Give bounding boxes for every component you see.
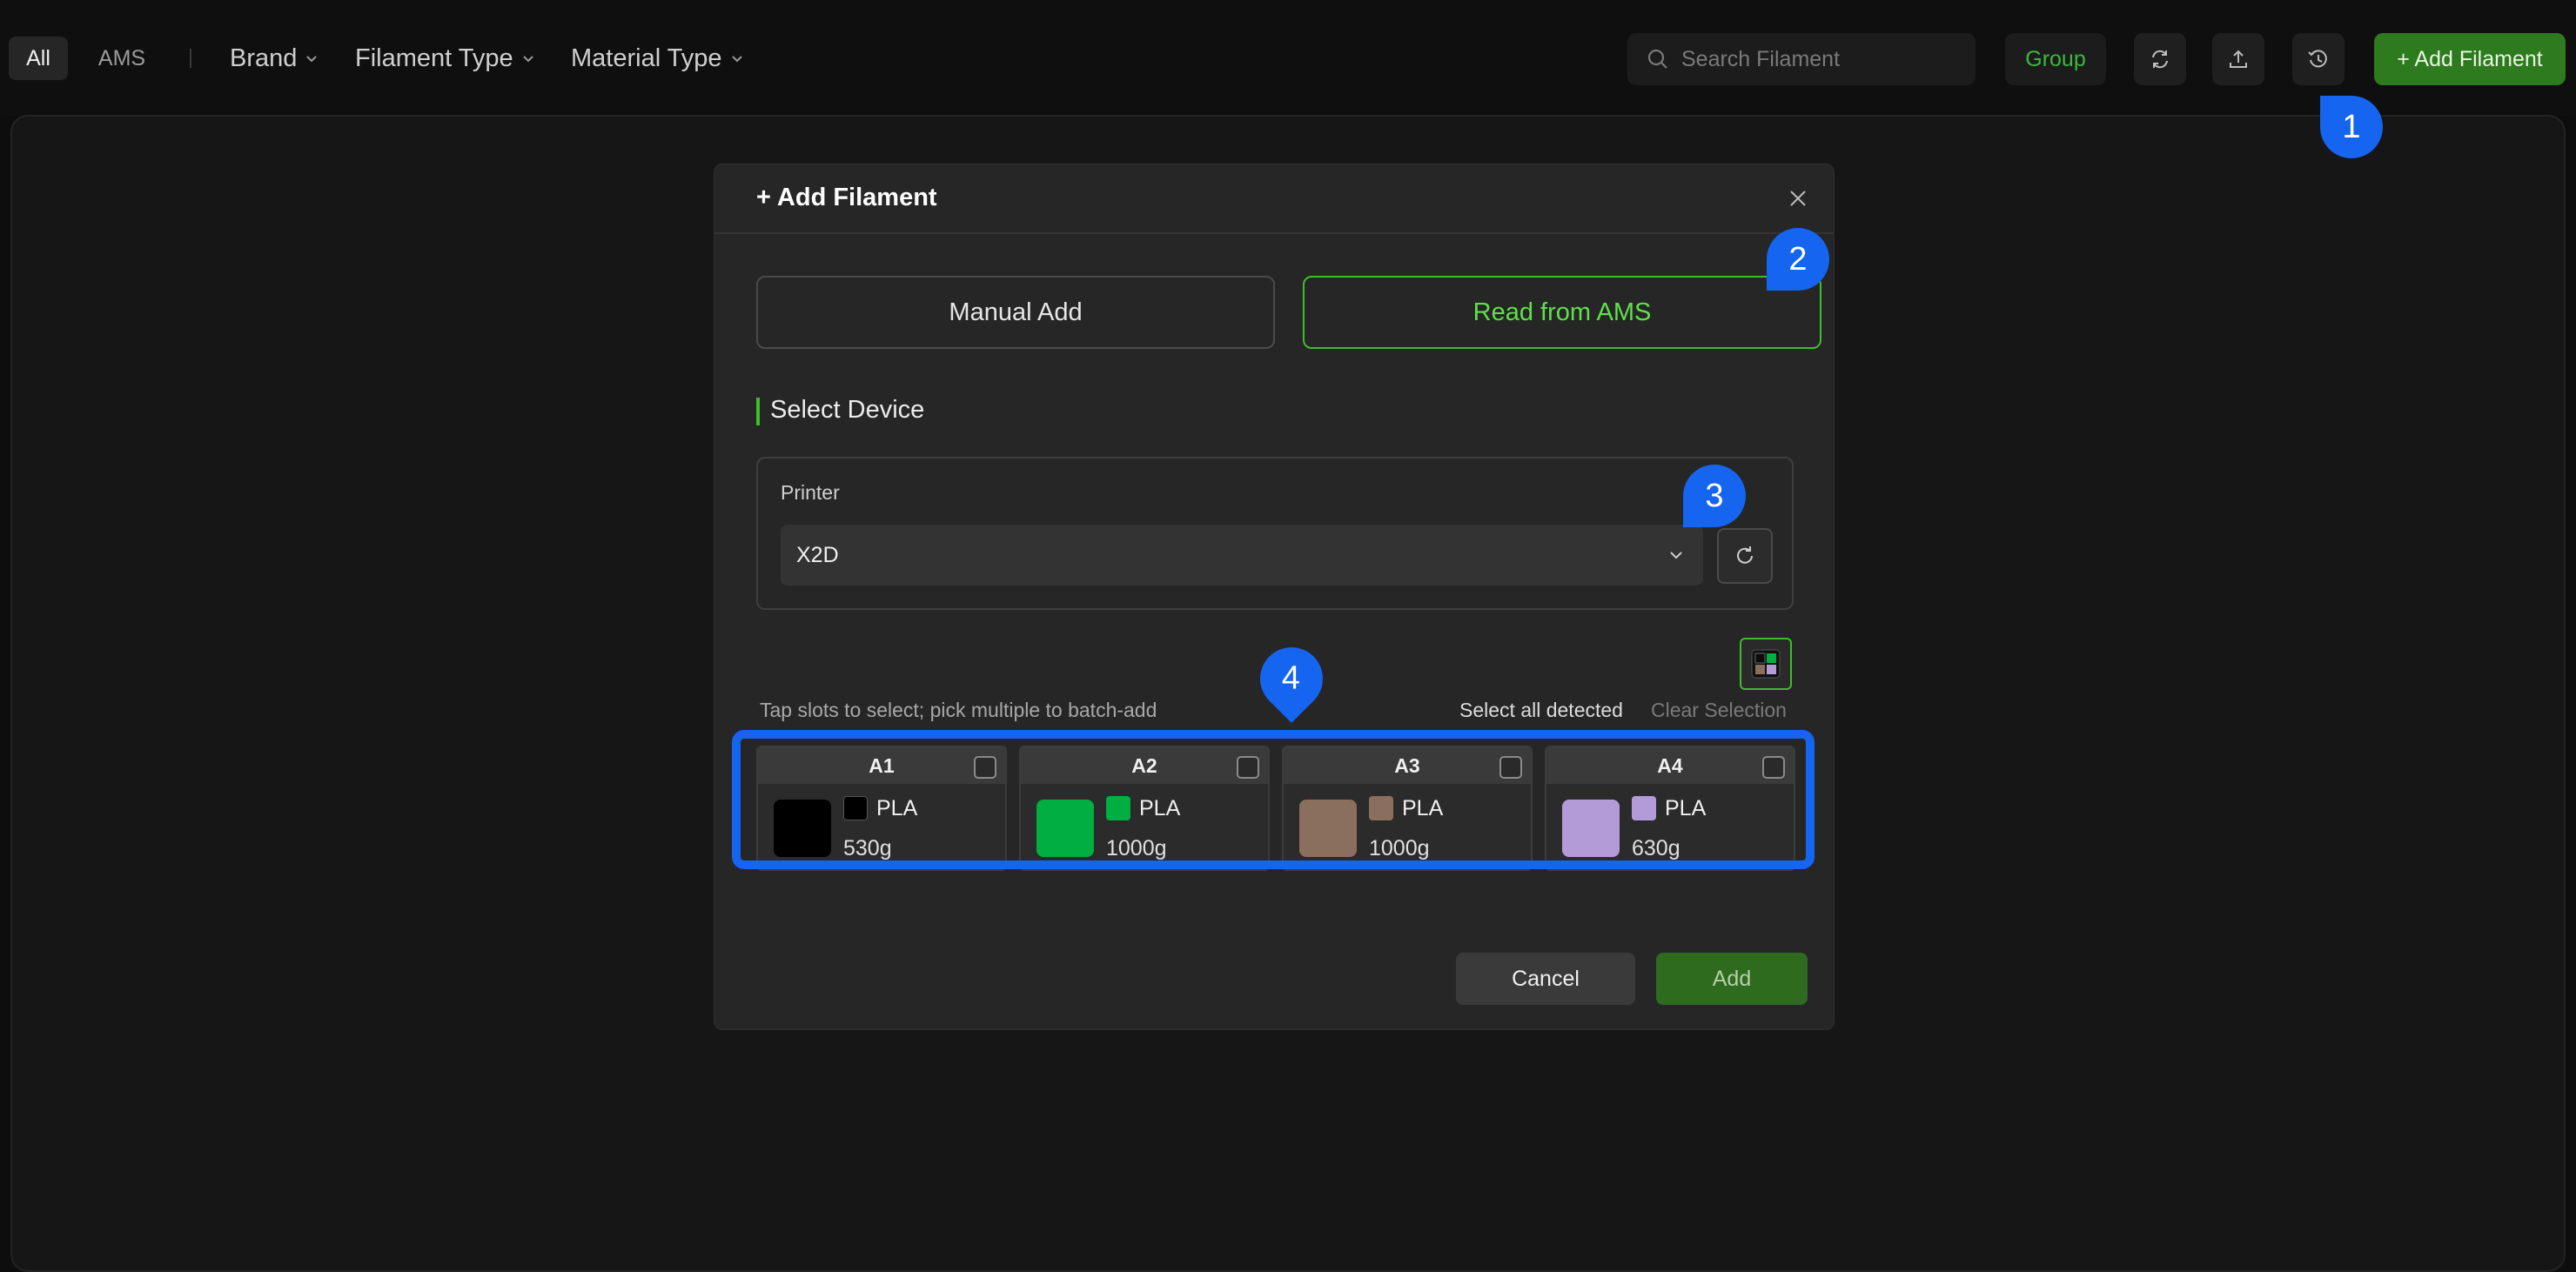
dialog-close-button[interactable]	[1785, 185, 1811, 211]
filament-type-filter-label: Filament Type	[355, 44, 513, 72]
brand-filter-label: Brand	[230, 44, 298, 72]
sync-button[interactable]	[2134, 33, 2186, 85]
search-icon	[1647, 49, 1667, 69]
refresh-printer-button[interactable]	[1717, 528, 1773, 584]
material-type-filter-label: Material Type	[571, 44, 722, 72]
printer-select-value: X2D	[796, 542, 839, 567]
export-button[interactable]	[2212, 33, 2264, 85]
color-grid-icon	[1751, 649, 1781, 679]
callout-marker-label: 1	[2342, 108, 2361, 145]
upload-icon	[2230, 50, 2247, 68]
callout-marker-1: 1	[2320, 96, 2383, 158]
callout-marker-label: 2	[1788, 240, 1808, 278]
filament-type-filter[interactable]: Filament Type	[355, 37, 536, 80]
search-placeholder: Search Filament	[1681, 46, 1841, 71]
callout-marker-2: 2	[1767, 228, 1829, 291]
select-all-link[interactable]: Select all detected	[1459, 699, 1623, 722]
history-icon	[2308, 50, 2327, 68]
brand-filter[interactable]: Brand	[230, 37, 319, 80]
selection-hint: Tap slots to select; pick multiple to ba…	[760, 699, 1157, 721]
callout-marker-label: 3	[1705, 477, 1724, 514]
read-from-ams-button[interactable]: Read from AMS	[1303, 276, 1821, 349]
dialog-divider	[714, 232, 1834, 234]
search-input[interactable]: Search Filament	[1627, 33, 1976, 85]
history-button[interactable]	[2292, 33, 2345, 85]
refresh-icon	[1737, 546, 1753, 564]
tab-ams[interactable]: AMS	[87, 37, 157, 80]
chevron-down-icon	[522, 56, 533, 63]
add-filament-dialog: + Add Filament Manual Add Read from AMS …	[714, 164, 1835, 1030]
cancel-button[interactable]: Cancel	[1456, 953, 1635, 1005]
chevron-down-icon	[1670, 552, 1682, 559]
slots-highlight-box	[732, 730, 1815, 869]
material-type-filter[interactable]: Material Type	[571, 37, 745, 80]
add-filament-button[interactable]: + Add Filament	[2374, 33, 2566, 85]
tab-all[interactable]: All	[9, 37, 68, 80]
manual-add-button[interactable]: Manual Add	[756, 276, 1275, 349]
printer-label: Printer	[781, 481, 840, 504]
callout-marker-3: 3	[1683, 465, 1746, 527]
callout-marker-label: 4	[1282, 659, 1301, 697]
add-button[interactable]: Add	[1656, 953, 1808, 1005]
chevron-down-icon	[306, 56, 318, 63]
toolbar-divider	[190, 49, 191, 68]
section-title: Select Device	[770, 396, 925, 424]
group-button[interactable]: Group	[2005, 33, 2106, 85]
section-accent-bar	[756, 398, 760, 425]
device-panel: Printer X2D	[756, 457, 1794, 610]
color-view-toggle-button[interactable]	[1740, 638, 1792, 690]
close-icon	[1790, 191, 1806, 206]
dialog-title: + Add Filament	[756, 184, 937, 211]
clear-selection-link[interactable]: Clear Selection	[1651, 699, 1787, 722]
chevron-down-icon	[731, 56, 742, 63]
printer-select[interactable]: X2D	[781, 525, 1703, 586]
top-toolbar: All AMS Brand Filament Type Material Typ…	[0, 0, 2576, 117]
sync-icon	[2152, 50, 2168, 69]
